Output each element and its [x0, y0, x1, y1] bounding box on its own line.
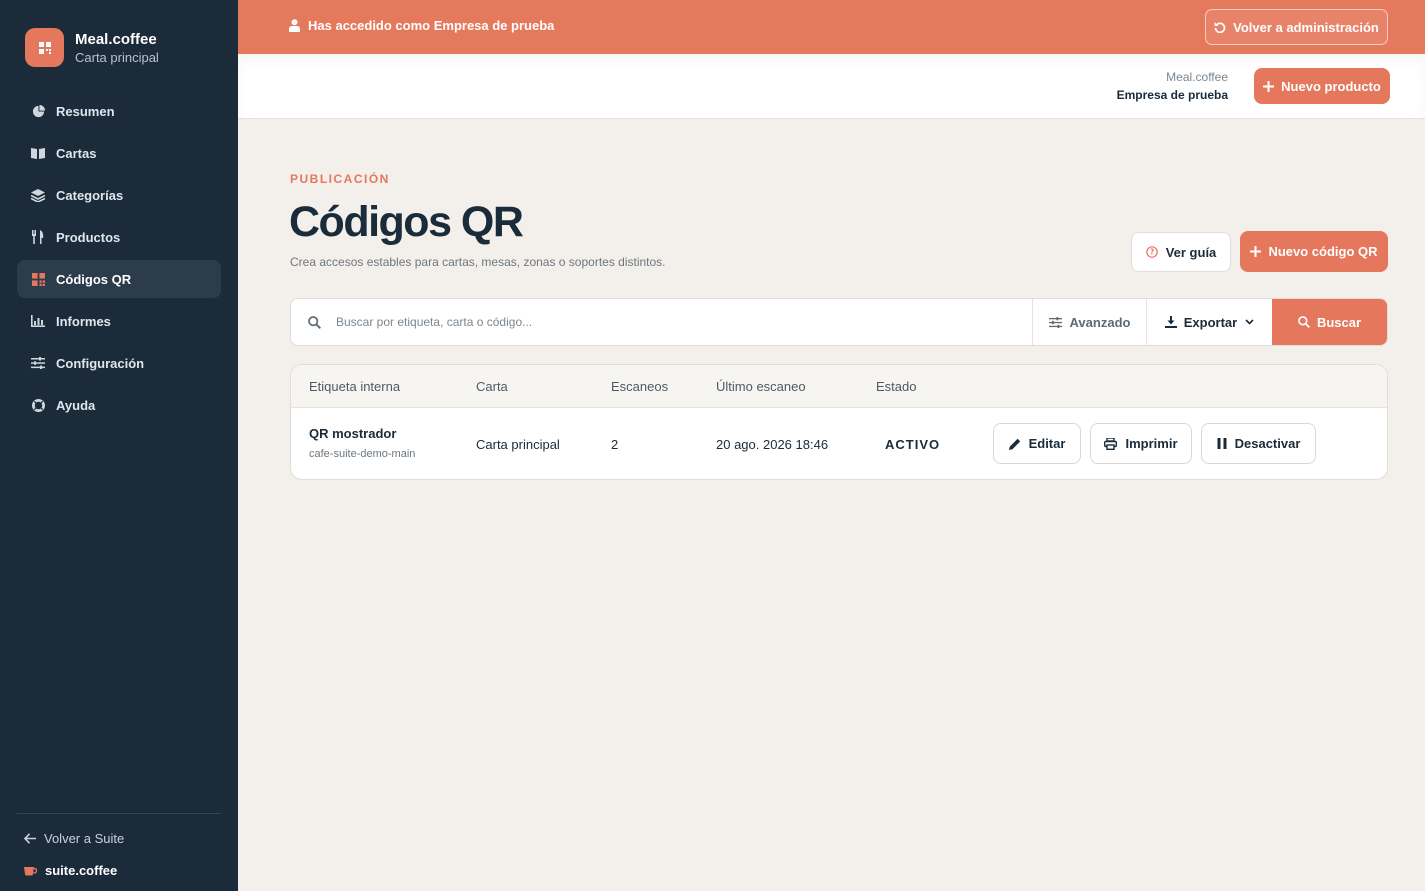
table-row: QR mostrador cafe-suite-demo-main Carta …: [291, 408, 1387, 479]
layers-icon: [31, 188, 45, 202]
deactivate-button[interactable]: Desactivar: [1201, 423, 1316, 464]
sidebar-item-label: Resumen: [56, 103, 115, 119]
impersonation-banner: Has accedido como Empresa de prueba Volv…: [238, 0, 1425, 54]
sidebar-item-cartas[interactable]: Cartas: [17, 134, 221, 172]
sidebar-item-resumen[interactable]: Resumen: [17, 92, 221, 130]
page-title: Códigos QR: [289, 198, 524, 246]
search-input[interactable]: [336, 315, 996, 329]
sidebar-item-label: Códigos QR: [56, 271, 132, 287]
bar-chart-icon: [31, 314, 45, 328]
tenant-app-name: Meal.coffee: [1166, 70, 1228, 84]
print-label: Imprimir: [1125, 436, 1178, 451]
printer-icon: [1104, 437, 1118, 450]
back-to-admin-button[interactable]: Volver a administración: [1205, 9, 1388, 45]
pie-chart-icon: [31, 104, 45, 118]
sidebar: Meal.coffee Carta principal Resumen Cart…: [0, 0, 238, 891]
sidebar-item-label: Categorías: [56, 187, 124, 203]
svg-text:?: ?: [1150, 248, 1154, 257]
advanced-filter-label: Avanzado: [1069, 314, 1131, 330]
search-button[interactable]: Buscar: [1272, 299, 1387, 345]
sidebar-item-informes[interactable]: Informes: [17, 302, 221, 340]
new-qr-code-label: Nuevo código QR: [1268, 244, 1378, 259]
plus-icon: [1263, 80, 1275, 92]
pencil-icon: [1008, 438, 1021, 450]
qr-codes-table: Etiqueta interna Carta Escaneos Último e…: [290, 364, 1388, 480]
status-badge: ACTIVO: [885, 437, 941, 452]
qr-carta: Carta principal: [476, 437, 560, 452]
chevron-down-icon: [1245, 319, 1254, 325]
table-header: Etiqueta interna Carta Escaneos Último e…: [291, 365, 1387, 408]
tenant-info: Meal.coffee Empresa de prueba: [1117, 69, 1228, 104]
qr-label: QR mostrador: [309, 426, 397, 441]
download-icon: [1164, 316, 1177, 328]
qr-scan-count: 2: [611, 437, 619, 452]
brand-logo-icon: [25, 28, 64, 67]
sliders-icon: [31, 356, 45, 370]
export-dropdown-button[interactable]: Exportar: [1147, 299, 1272, 345]
advanced-filter-button[interactable]: Avanzado: [1033, 299, 1147, 345]
sidebar-item-label: Productos: [56, 229, 121, 245]
brand-subtitle: Carta principal: [75, 49, 159, 65]
back-to-suite-link[interactable]: Volver a Suite: [24, 831, 124, 846]
column-header-carta: Carta: [476, 379, 508, 394]
sidebar-item-codigos-qr[interactable]: Códigos QR: [17, 260, 221, 298]
page-description: Crea accesos estables para cartas, mesas…: [290, 255, 666, 269]
suite-brand-label: suite.coffee: [45, 863, 118, 878]
sidebar-item-ayuda[interactable]: Ayuda: [17, 386, 221, 424]
edit-label: Editar: [1028, 436, 1066, 451]
sidebar-item-label: Cartas: [56, 145, 97, 161]
lifebuoy-icon: [31, 398, 45, 412]
suite-brand[interactable]: suite.coffee: [24, 863, 117, 878]
undo-icon: [1214, 21, 1226, 33]
view-guide-label: Ver guía: [1165, 244, 1217, 260]
print-button[interactable]: Imprimir: [1090, 423, 1192, 464]
pause-icon: [1217, 438, 1227, 449]
sliders-icon: [1048, 316, 1062, 328]
brand-title: Meal.coffee: [75, 30, 157, 48]
qr-code-slug: cafe-suite-demo-main: [309, 448, 416, 460]
new-product-button[interactable]: Nuevo producto: [1254, 68, 1390, 104]
search-bar: Avanzado Exportar Buscar: [290, 298, 1388, 346]
column-header-status: Estado: [876, 379, 917, 394]
page-eyebrow: PUBLICACIÓN: [290, 172, 390, 186]
banner-text: Has accedido como Empresa de prueba: [308, 18, 555, 33]
search-icon: [1298, 316, 1310, 328]
sidebar-item-label: Informes: [56, 313, 111, 329]
plus-icon: [1250, 246, 1262, 257]
sidebar-item-categorias[interactable]: Categorías: [17, 176, 221, 214]
edit-button[interactable]: Editar: [993, 423, 1081, 464]
column-header-label: Etiqueta interna: [309, 379, 401, 394]
sidebar-nav: Resumen Cartas Categorías Productos Códi…: [17, 92, 221, 428]
topbar: Meal.coffee Empresa de prueba Nuevo prod…: [238, 54, 1425, 119]
brand[interactable]: Meal.coffee Carta principal: [25, 28, 159, 67]
tenant-company-name: Empresa de prueba: [1116, 88, 1228, 102]
search-field: [291, 299, 1033, 345]
qr-last-scan: 20 ago. 2026 18:46: [716, 437, 829, 452]
help-circle-icon: ?: [1145, 246, 1158, 258]
coffee-cup-icon: [24, 865, 37, 876]
export-label: Exportar: [1183, 314, 1238, 330]
sidebar-item-productos[interactable]: Productos: [17, 218, 221, 256]
back-to-admin-label: Volver a administración: [1233, 19, 1379, 35]
utensils-icon: [31, 230, 45, 244]
deactivate-label: Desactivar: [1234, 436, 1301, 451]
new-qr-code-button[interactable]: Nuevo código QR: [1240, 231, 1388, 272]
column-header-scans: Escaneos: [611, 379, 669, 394]
column-header-last-scan: Último escaneo: [716, 379, 806, 394]
sidebar-item-configuracion[interactable]: Configuración: [17, 344, 221, 382]
arrow-left-icon: [24, 833, 36, 844]
sidebar-divider: [17, 813, 221, 814]
search-icon: [308, 315, 321, 329]
sidebar-item-label: Ayuda: [56, 397, 96, 413]
search-button-label: Buscar: [1316, 314, 1362, 330]
user-icon: [289, 19, 300, 32]
view-guide-button[interactable]: ? Ver guía: [1131, 232, 1231, 272]
back-to-suite-label: Volver a Suite: [44, 831, 125, 846]
book-icon: [31, 146, 45, 160]
qr-grid-icon: [31, 272, 45, 286]
sidebar-item-label: Configuración: [56, 355, 145, 371]
new-product-label: Nuevo producto: [1281, 78, 1381, 94]
